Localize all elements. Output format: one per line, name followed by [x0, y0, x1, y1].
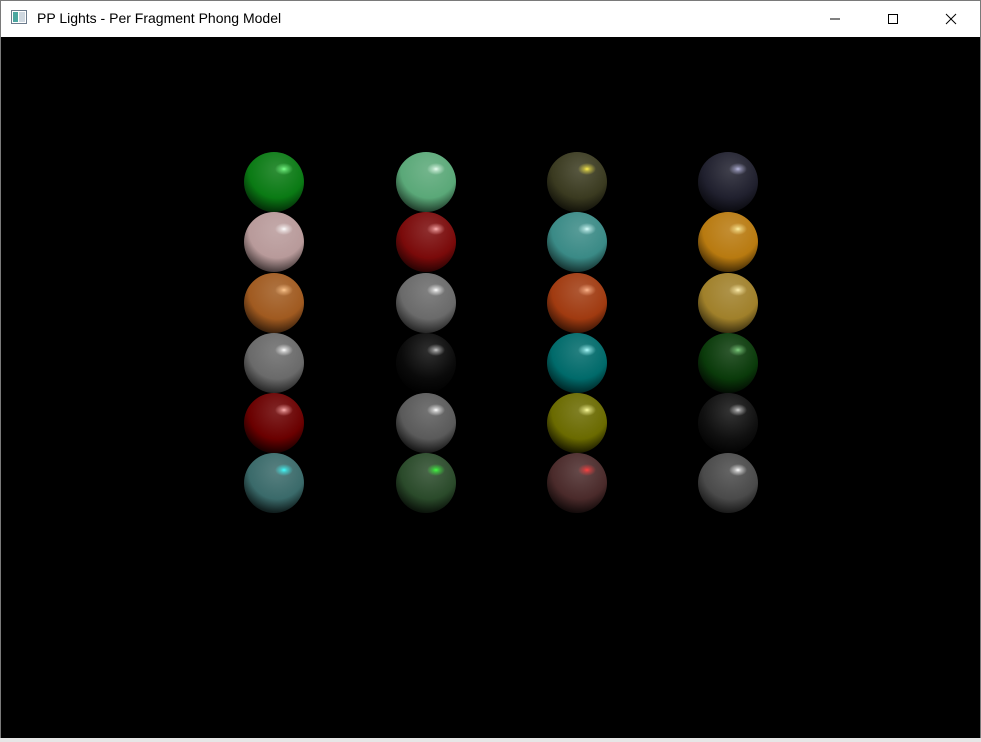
sphere [244, 393, 304, 453]
sphere-body [698, 212, 758, 272]
sphere-body [244, 333, 304, 393]
sphere-highlight [275, 163, 293, 175]
sphere-body [698, 333, 758, 393]
sphere [698, 393, 758, 453]
sphere-highlight [427, 284, 445, 296]
sphere-body [547, 212, 607, 272]
close-button[interactable] [922, 1, 980, 37]
sphere [547, 212, 607, 272]
sphere-body [547, 152, 607, 212]
sphere [698, 453, 758, 513]
sphere [244, 273, 304, 333]
sphere-body [396, 393, 456, 453]
sphere-highlight [729, 163, 747, 175]
sphere-body [698, 273, 758, 333]
app-window: PP Lights - Per Fragment Phong Model [0, 0, 981, 742]
sphere [547, 152, 607, 212]
sphere [698, 212, 758, 272]
window-title: PP Lights - Per Fragment Phong Model [37, 10, 282, 26]
sphere [396, 453, 456, 513]
sphere-highlight [578, 464, 596, 476]
sphere-body [396, 212, 456, 272]
sphere-highlight [578, 404, 596, 416]
sphere-highlight [275, 464, 293, 476]
sphere-highlight [427, 344, 445, 356]
sphere-body [547, 453, 607, 513]
title-bar[interactable]: PP Lights - Per Fragment Phong Model [1, 1, 980, 37]
sphere-highlight [427, 464, 445, 476]
sphere-highlight [729, 223, 747, 235]
sphere-body [244, 393, 304, 453]
sphere-highlight [275, 344, 293, 356]
sphere [244, 333, 304, 393]
sphere [244, 453, 304, 513]
sphere-highlight [275, 284, 293, 296]
sphere [396, 152, 456, 212]
sphere-highlight [729, 344, 747, 356]
sphere-highlight [578, 344, 596, 356]
sphere-body [698, 393, 758, 453]
sphere-highlight [729, 404, 747, 416]
sphere-highlight [427, 404, 445, 416]
sphere-grid-canvas [244, 152, 758, 513]
sphere-body [244, 212, 304, 272]
sphere [396, 333, 456, 393]
sphere-body [698, 453, 758, 513]
close-icon [945, 13, 957, 25]
sphere-body [396, 453, 456, 513]
sphere-highlight [578, 223, 596, 235]
app-window-icon [11, 10, 27, 24]
sphere-body [244, 453, 304, 513]
sphere-body [547, 273, 607, 333]
minimize-icon [829, 13, 841, 25]
sphere-highlight [427, 163, 445, 175]
window-bottom-edge [0, 738, 981, 742]
sphere-highlight [729, 464, 747, 476]
sphere-body [244, 152, 304, 212]
sphere [244, 212, 304, 272]
sphere-body [396, 333, 456, 393]
sphere-highlight [729, 284, 747, 296]
sphere-highlight [275, 404, 293, 416]
sphere-highlight [578, 284, 596, 296]
sphere [698, 152, 758, 212]
sphere [396, 393, 456, 453]
sphere-body [396, 152, 456, 212]
sphere [396, 273, 456, 333]
sphere-highlight [427, 223, 445, 235]
sphere-body [244, 273, 304, 333]
sphere [547, 333, 607, 393]
sphere [698, 273, 758, 333]
maximize-button[interactable] [864, 1, 922, 37]
sphere [396, 212, 456, 272]
maximize-icon [887, 13, 899, 25]
sphere-body [396, 273, 456, 333]
sphere-body [547, 333, 607, 393]
sphere-body [547, 393, 607, 453]
sphere-highlight [578, 163, 596, 175]
minimize-button[interactable] [806, 1, 864, 37]
sphere [244, 152, 304, 212]
sphere [547, 273, 607, 333]
sphere [698, 333, 758, 393]
sphere-body [698, 152, 758, 212]
sphere-highlight [275, 223, 293, 235]
render-viewport[interactable] [1, 37, 980, 739]
sphere [547, 393, 607, 453]
sphere [547, 453, 607, 513]
